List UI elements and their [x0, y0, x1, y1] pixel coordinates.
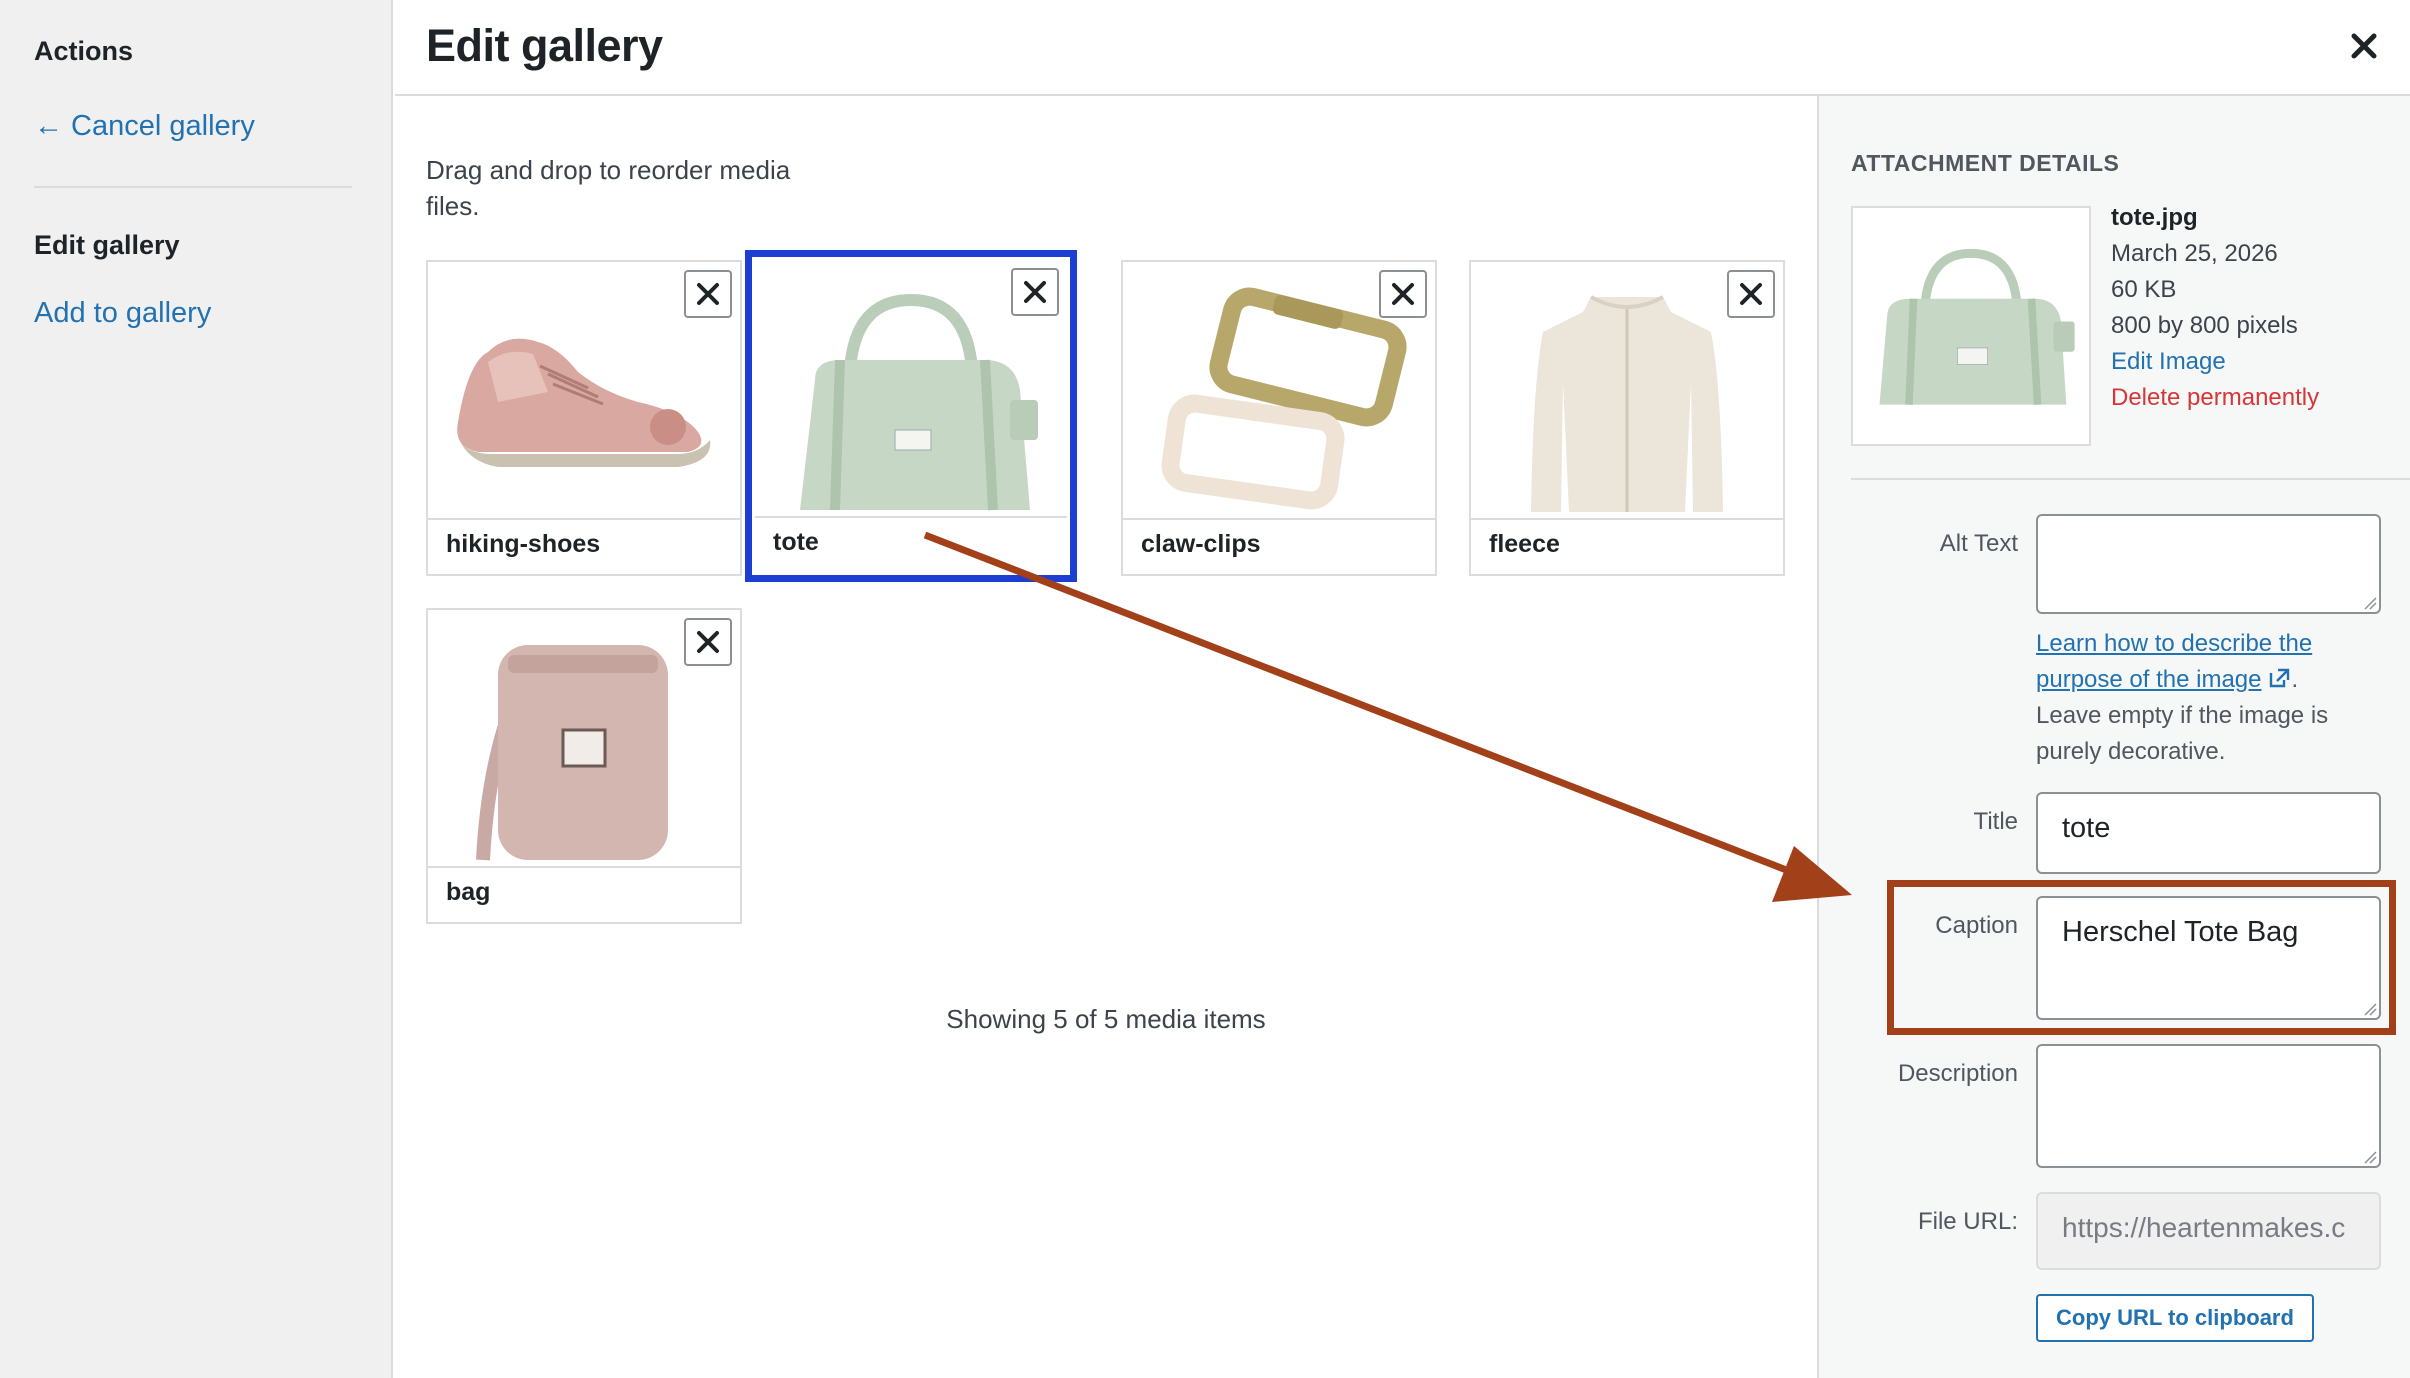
close-icon[interactable]	[2340, 22, 2388, 70]
gallery-item-fleece[interactable]: fleece	[1469, 260, 1785, 576]
add-to-gallery-link[interactable]: Add to gallery	[34, 297, 211, 330]
description-label: Description	[1897, 1060, 2018, 1087]
external-link-icon	[2270, 668, 2290, 688]
actions-sidebar: Actions ← Cancel gallery Edit gallery Ad…	[0, 0, 393, 1378]
item-label: tote	[755, 516, 1067, 572]
help-period: .	[2291, 666, 2299, 693]
sidebar-divider	[34, 186, 352, 188]
title-field[interactable]: tote	[2036, 792, 2381, 874]
gallery-area: Drag and drop to reorder media files. hi…	[395, 96, 1817, 1378]
item-label: fleece	[1471, 518, 1783, 574]
title-label: Title	[1973, 808, 2018, 835]
cancel-gallery-link[interactable]: ← Cancel gallery	[34, 110, 255, 143]
page-title: Edit gallery	[426, 20, 663, 71]
item-label: hiking-shoes	[428, 518, 740, 574]
file-url-label: File URL:	[1917, 1208, 2018, 1235]
description-field[interactable]	[2036, 1044, 2381, 1168]
attachment-details-panel: ATTACHMENT DETAILS tote.jpg March 25, 20…	[1817, 96, 2410, 1378]
remove-item-button[interactable]	[1727, 270, 1775, 318]
copy-url-button[interactable]: Copy URL to clipboard	[2036, 1294, 2314, 1342]
remove-item-button[interactable]	[1379, 270, 1427, 318]
media-count: Showing 5 of 5 media items	[946, 1004, 1266, 1034]
remove-item-button[interactable]	[684, 270, 732, 318]
gallery-item-bag[interactable]: bag	[426, 608, 742, 924]
edit-image-link[interactable]: Edit Image	[2111, 344, 2319, 380]
alt-text-label: Alt Text	[1939, 530, 2018, 557]
resize-grip-icon[interactable]	[2363, 596, 2377, 610]
reorder-instructions: Drag and drop to reorder media files.	[426, 155, 791, 221]
modal-header: Edit gallery	[395, 0, 2410, 96]
alt-text-field[interactable]	[2036, 514, 2381, 614]
sidebar-item-edit-gallery[interactable]: Edit gallery	[34, 230, 180, 261]
gallery-item-hiking-shoes[interactable]: hiking-shoes	[426, 260, 742, 576]
resize-grip-icon[interactable]	[2363, 1002, 2377, 1016]
gallery-item-tote[interactable]: tote	[745, 250, 1077, 582]
alt-text-help: Learn how to describe the purpose of the…	[2036, 626, 2381, 770]
details-divider	[1851, 478, 2410, 480]
file-url-field[interactable]: https://heartenmakes.c	[2036, 1192, 2381, 1270]
upload-date: March 25, 2026	[2111, 240, 2278, 267]
attachment-thumbnail	[1851, 206, 2091, 446]
gallery-item-claw-clips[interactable]: claw-clips	[1121, 260, 1437, 576]
caption-field[interactable]: Herschel Tote Bag	[2036, 896, 2381, 1020]
resize-grip-icon[interactable]	[2363, 1150, 2377, 1164]
file-size: 60 KB	[2111, 276, 2177, 303]
alt-text-help-text: Leave empty if the image is purely decor…	[2036, 702, 2329, 765]
item-label: bag	[428, 866, 740, 922]
file-name: tote.jpg	[2111, 204, 2198, 231]
remove-item-button[interactable]	[1011, 268, 1059, 316]
attachment-info: tote.jpg March 25, 2026 60 KB 800 by 800…	[2111, 200, 2319, 416]
delete-permanently-link[interactable]: Delete permanently	[2111, 380, 2319, 416]
details-heading: ATTACHMENT DETAILS	[1851, 150, 2120, 176]
item-label: claw-clips	[1123, 518, 1435, 574]
image-dimensions: 800 by 800 pixels	[2111, 312, 2298, 339]
remove-item-button[interactable]	[684, 618, 732, 666]
sidebar-heading: Actions	[34, 36, 134, 66]
caption-label: Caption	[1935, 912, 2018, 939]
